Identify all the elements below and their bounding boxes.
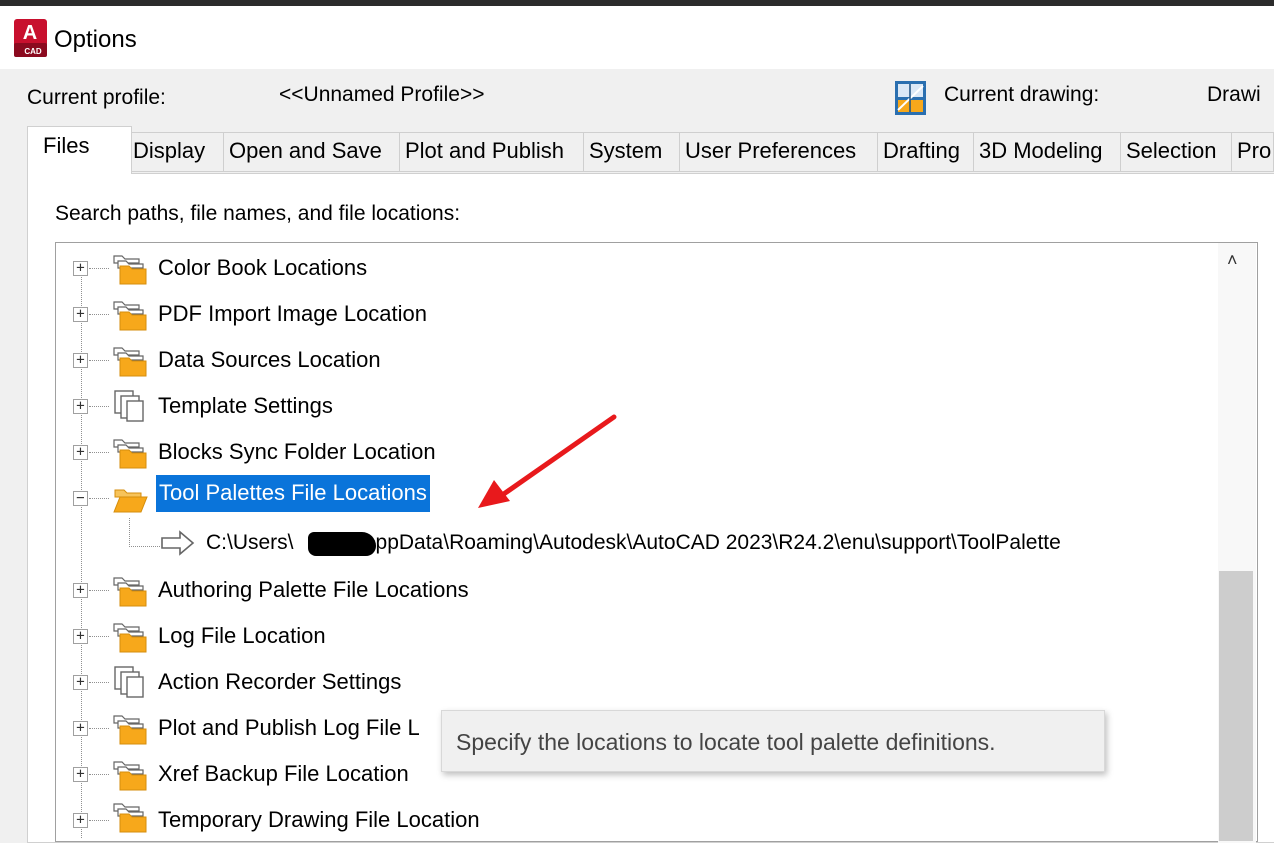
folder-stack-icon: [113, 301, 147, 331]
tree-item-template-settings[interactable]: Template Settings: [158, 393, 333, 419]
folder-stack-icon: [113, 347, 147, 377]
expand-toggle-template-settings[interactable]: +: [73, 399, 88, 414]
tree-branch-line: [89, 268, 109, 269]
current-drawing-value: Drawi: [1207, 83, 1261, 106]
collapse-toggle-tool-palettes[interactable]: −: [73, 491, 88, 506]
expand-toggle-xref-backup[interactable]: +: [73, 767, 88, 782]
tree-item-tool-palettes-file-locations[interactable]: Tool Palettes File Locations: [156, 475, 430, 512]
tree-item-action-recorder-settings[interactable]: Action Recorder Settings: [158, 669, 401, 695]
tree-item-data-sources-location[interactable]: Data Sources Location: [158, 347, 381, 373]
redacted-username: [308, 532, 376, 556]
expand-toggle-pdf-import[interactable]: +: [73, 307, 88, 322]
folder-stack-icon: [113, 761, 147, 791]
copy-settings-icon: [114, 390, 144, 422]
folder-stack-icon: [113, 577, 147, 607]
window-title: Options: [54, 26, 137, 53]
tree-branch-line: [89, 774, 109, 775]
tree-branch-line: [89, 360, 109, 361]
expand-toggle-log-file[interactable]: +: [73, 629, 88, 644]
svg-text:A: A: [23, 22, 37, 44]
tree-branch-line: [89, 820, 109, 821]
tab-user-preferences[interactable]: User Preferences: [679, 132, 878, 172]
expand-toggle-action-recorder[interactable]: +: [73, 675, 88, 690]
tab-drafting[interactable]: Drafting: [877, 132, 974, 172]
scroll-up-icon[interactable]: ˄: [1227, 250, 1238, 271]
options-tabs: Files Display Open and Save Plot and Pub…: [0, 126, 1274, 174]
expand-toggle-plot-publish-log[interactable]: +: [73, 721, 88, 736]
tree-item-temporary-drawing-file-location[interactable]: Temporary Drawing File Location: [158, 807, 480, 833]
drawing-icon: [895, 81, 926, 115]
svg-text:CAD: CAD: [24, 47, 42, 56]
open-folder-icon: [113, 489, 148, 513]
autocad-app-icon: A CAD: [14, 19, 47, 57]
tree-item-log-file-location[interactable]: Log File Location: [158, 623, 326, 649]
tree-branch-line: [89, 682, 109, 683]
tab-plot-and-publish[interactable]: Plot and Publish: [399, 132, 584, 172]
tree-child-branch-line: [129, 518, 160, 547]
tree-branch-line: [89, 314, 109, 315]
copy-settings-icon: [114, 666, 144, 698]
current-drawing-label: Current drawing:: [944, 83, 1100, 106]
tree-item-authoring-palette-file-locations[interactable]: Authoring Palette File Locations: [158, 577, 469, 603]
tree-item-color-book-locations[interactable]: Color Book Locations: [158, 255, 367, 281]
tab-open-and-save[interactable]: Open and Save: [223, 132, 400, 172]
current-profile-label: Current profile:: [27, 86, 166, 109]
tree-branch-line: [89, 498, 109, 499]
tree-branch-line: [89, 636, 109, 637]
expand-toggle-blocks-sync[interactable]: +: [73, 445, 88, 460]
expand-toggle-temporary-drawing[interactable]: +: [73, 813, 88, 828]
tree-item-pdf-import-image-location[interactable]: PDF Import Image Location: [158, 301, 427, 327]
tree-branch-line: [89, 452, 109, 453]
tree-item-blocks-sync-folder-location[interactable]: Blocks Sync Folder Location: [158, 439, 436, 465]
folder-stack-icon: [113, 439, 147, 469]
tree-branch-line: [89, 406, 109, 407]
tree-branch-line: [89, 590, 109, 591]
search-paths-label: Search paths, file names, and file locat…: [55, 202, 461, 225]
tab-profiles[interactable]: Pro: [1231, 132, 1274, 172]
current-profile-value: <<Unnamed Profile>>: [279, 83, 485, 106]
folder-stack-icon: [113, 803, 147, 833]
tab-system[interactable]: System: [583, 132, 680, 172]
scrollbar-thumb[interactable]: [1219, 571, 1253, 841]
tab-display[interactable]: Display: [127, 132, 224, 172]
tab-3d-modeling[interactable]: 3D Modeling: [973, 132, 1121, 172]
tree-item-plot-and-publish-log-file-location[interactable]: Plot and Publish Log File L: [158, 715, 420, 741]
folder-stack-icon: [113, 255, 147, 285]
tab-selection[interactable]: Selection: [1120, 132, 1232, 172]
tab-files[interactable]: Files: [27, 126, 132, 174]
title-bar: A CAD Options: [0, 6, 1274, 69]
expand-toggle-authoring-palette[interactable]: +: [73, 583, 88, 598]
tooltip: Specify the locations to locate tool pal…: [441, 710, 1105, 772]
tree-branch-line: [89, 728, 109, 729]
expand-toggle-color-book[interactable]: +: [73, 261, 88, 276]
red-annotation-arrow-icon: [478, 414, 617, 508]
tree-item-xref-backup-file-location[interactable]: Xref Backup File Location: [158, 761, 409, 787]
path-prefix: C:\Users\: [206, 531, 294, 554]
folder-stack-icon: [113, 623, 147, 653]
arrow-right-icon: [161, 530, 195, 556]
expand-toggle-data-sources[interactable]: +: [73, 353, 88, 368]
folder-stack-icon: [113, 715, 147, 745]
path-rest: AppData\Roaming\Autodesk\AutoCAD 2023\R2…: [361, 531, 1061, 554]
